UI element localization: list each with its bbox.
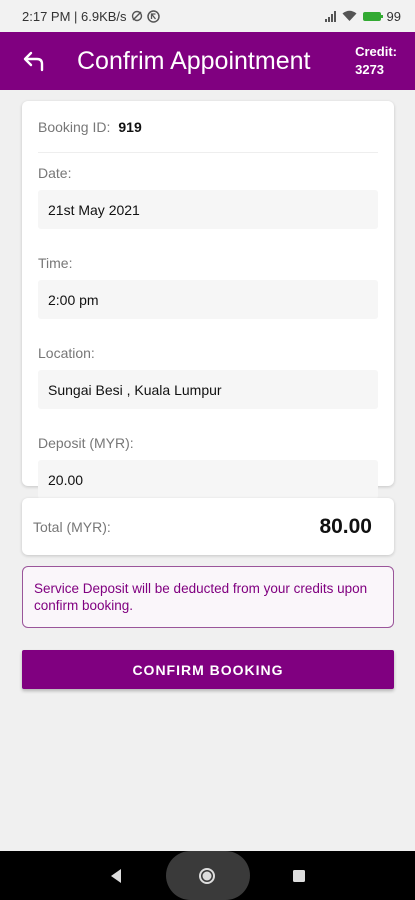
signal-icon	[324, 10, 336, 22]
deposit-value: 20.00	[38, 460, 378, 499]
nav-back-button[interactable]	[101, 861, 131, 891]
time-field: Time: 2:00 pm	[38, 254, 378, 319]
status-bar: 2:17 PM | 6.9KB/s 99	[0, 0, 415, 32]
time-label: Time:	[38, 255, 73, 271]
nav-back-icon	[110, 868, 121, 883]
location-field: Location: Sungai Besi , Kuala Lumpur	[38, 344, 378, 409]
status-left: 2:17 PM | 6.9KB/s	[22, 9, 160, 24]
nav-home-icon	[199, 867, 216, 884]
battery-icon	[362, 11, 383, 21]
notification-app-icon	[146, 9, 160, 23]
location-label: Location:	[38, 345, 95, 361]
credit-display: Credit: 3273	[355, 43, 397, 79]
system-nav-bar	[0, 851, 415, 900]
deposit-field: Deposit (MYR): 20.00	[38, 434, 378, 499]
location-value: Sungai Besi , Kuala Lumpur	[38, 370, 378, 409]
total-label: Total (MYR):	[33, 518, 111, 535]
deposit-label: Deposit (MYR):	[38, 435, 134, 451]
date-field: Date: 21st May 2021	[38, 164, 378, 229]
data-saver-icon	[131, 10, 142, 22]
time-value: 2:00 pm	[38, 280, 378, 319]
back-button[interactable]	[18, 46, 50, 76]
booking-id-value: 919	[118, 118, 142, 135]
nav-home-button[interactable]	[192, 861, 222, 891]
wifi-icon	[342, 10, 357, 21]
booking-id-row: Booking ID: 919	[38, 101, 378, 153]
status-time: 2:17 PM | 6.9KB/s	[22, 8, 127, 24]
battery-percent: 99	[386, 8, 401, 24]
page-title: Confrim Appointment	[77, 47, 311, 75]
nav-recents-button[interactable]	[284, 861, 314, 891]
credit-label: Credit:	[355, 44, 397, 59]
deposit-notice: Service Deposit will be deducted from yo…	[22, 566, 394, 628]
total-value: 80.00	[319, 514, 372, 538]
date-label: Date:	[38, 165, 72, 181]
nav-recents-icon	[293, 869, 306, 882]
confirm-booking-button[interactable]: CONFIRM BOOKING	[22, 650, 394, 689]
date-value: 21st May 2021	[38, 190, 378, 229]
status-right: 99	[324, 8, 401, 24]
back-arrow-icon	[23, 51, 44, 72]
app-bar: Confrim Appointment Credit: 3273	[0, 32, 415, 90]
booking-id-label: Booking ID:	[38, 118, 111, 135]
credit-value: 3273	[355, 62, 385, 77]
booking-details-card: Booking ID: 919 Date: 21st May 2021 Time…	[22, 101, 394, 499]
total-card: Total (MYR): 80.00	[22, 498, 394, 555]
